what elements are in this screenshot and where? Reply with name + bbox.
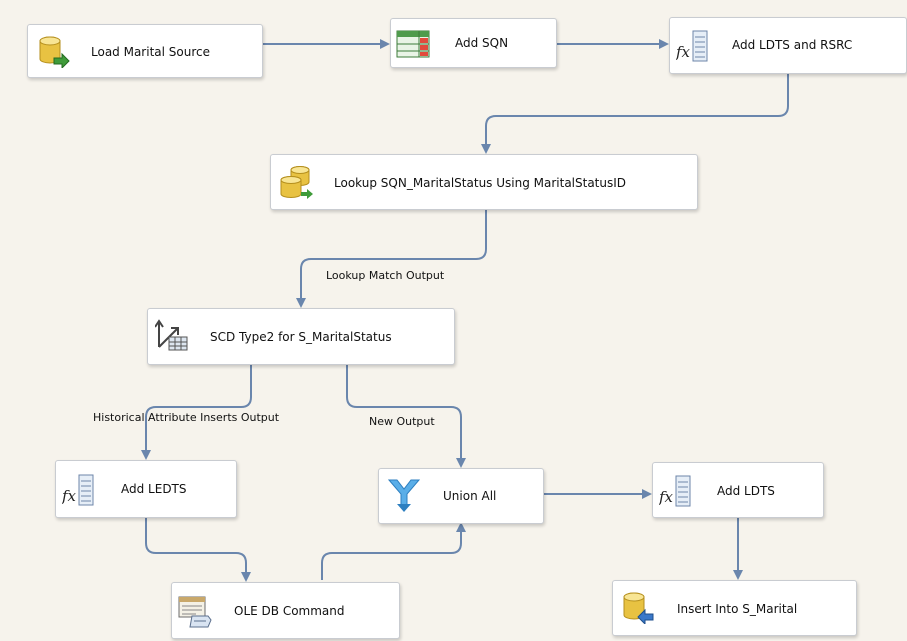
component-add-ldts[interactable]: fx Add LDTS: [652, 462, 824, 518]
row-number-icon: [396, 30, 430, 58]
derived-column-icon: fx: [659, 475, 691, 507]
component-add-ldts-and-rsrc[interactable]: fx Add LDTS and RSRC: [669, 17, 907, 74]
component-lookup-sqn-maritalstatus[interactable]: Lookup SQN_MaritalStatus Using MaritalSt…: [270, 154, 698, 210]
path-addldtsrsrc-to-lookup[interactable]: [481, 74, 789, 154]
component-label: Insert Into S_Marital: [677, 602, 798, 616]
component-label: Lookup SQN_MaritalStatus Using MaritalSt…: [334, 176, 627, 190]
component-label: OLE DB Command: [234, 604, 345, 618]
lookup-icon: [280, 166, 313, 199]
svg-text:fx: fx: [62, 487, 77, 505]
path-lookup-match-output[interactable]: [296, 210, 487, 308]
database-source-icon: [39, 36, 70, 68]
derived-column-icon: fx: [62, 474, 94, 506]
component-ole-db-command[interactable]: OLE DB Command: [171, 582, 400, 639]
component-union-all[interactable]: Union All: [378, 468, 544, 524]
component-scd-type2[interactable]: SCD Type2 for S_MaritalStatus: [147, 308, 455, 365]
derived-column-icon: fx: [676, 30, 708, 62]
path-label-historical-attribute-inserts: Historical Attribute Inserts Output: [93, 411, 280, 424]
database-destination-icon: [623, 592, 654, 624]
component-label: Add LDTS and RSRC: [732, 38, 853, 52]
component-label: Union All: [443, 489, 497, 503]
union-all-icon: [387, 479, 421, 512]
slowly-changing-dimension-icon: [155, 319, 188, 351]
component-label: Add SQN: [455, 36, 509, 50]
svg-text:fx: fx: [676, 43, 691, 61]
component-add-ledts[interactable]: fx Add LEDTS: [55, 460, 237, 518]
component-label: Add LEDTS: [121, 482, 187, 496]
ole-db-command-icon: [178, 596, 212, 628]
path-oledbcommand-to-unionall[interactable]: [321, 522, 466, 580]
component-insert-into-s-marital[interactable]: Insert Into S_Marital: [612, 580, 857, 636]
component-label: Add LDTS: [717, 484, 775, 498]
path-addledts-to-oledbcommand[interactable]: [145, 518, 251, 582]
data-flow-canvas[interactable]: Lookup Match Output Historical Attribute…: [0, 0, 907, 641]
path-label-lookup-match-output: Lookup Match Output: [326, 269, 445, 282]
component-label: Load Marital Source: [91, 45, 210, 59]
path-label-new-output: New Output: [369, 415, 435, 428]
svg-text:fx: fx: [659, 488, 674, 506]
component-label: SCD Type2 for S_MaritalStatus: [210, 330, 392, 344]
component-add-sqn[interactable]: Add SQN: [390, 18, 557, 68]
component-load-marital-source[interactable]: Load Marital Source: [27, 24, 263, 78]
